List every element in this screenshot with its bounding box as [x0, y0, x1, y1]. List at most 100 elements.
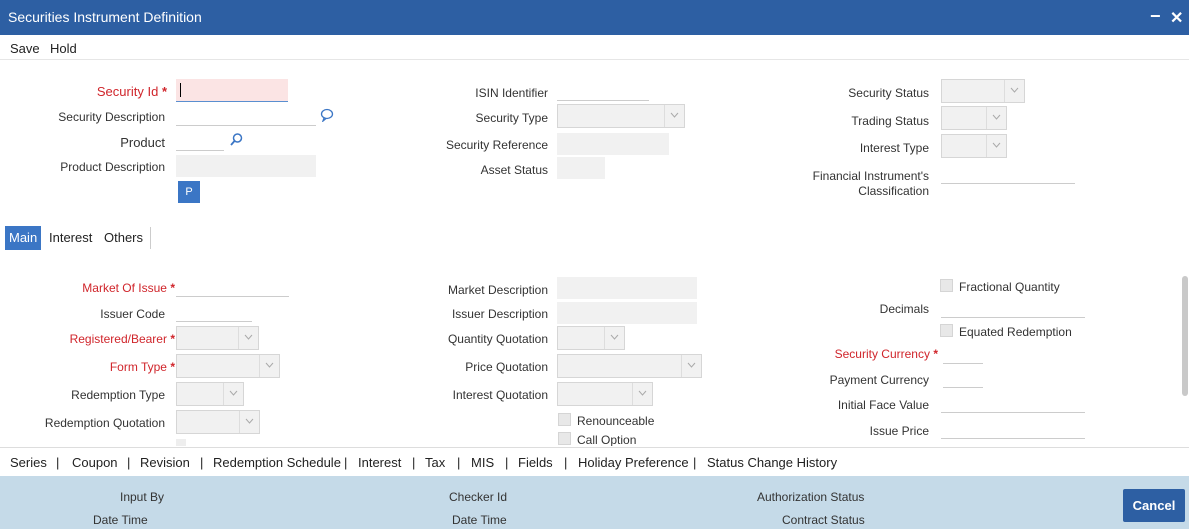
p-button[interactable]: P	[178, 181, 200, 203]
window-title: Securities Instrument Definition	[8, 9, 202, 25]
search-icon[interactable]	[230, 133, 243, 149]
chevron-down-icon	[223, 383, 243, 405]
subscreen-series-link[interactable]: Series	[10, 455, 47, 470]
call-option-label: Call Option	[577, 433, 637, 446]
trading-status-label: Trading Status	[851, 114, 929, 128]
subscreen-tax-link[interactable]: Tax	[425, 455, 445, 470]
security-type-select[interactable]	[557, 104, 685, 128]
security-id-input[interactable]	[176, 79, 288, 102]
separator: |	[344, 455, 348, 470]
product-input[interactable]	[176, 131, 224, 151]
separator: |	[457, 455, 461, 470]
chevron-down-icon	[1004, 80, 1024, 102]
security-status-select[interactable]	[941, 79, 1025, 103]
subscreen-fields-link[interactable]: Fields	[518, 455, 553, 470]
decimals-input[interactable]	[941, 298, 1085, 318]
security-description-input[interactable]	[176, 106, 316, 126]
market-of-issue-input[interactable]	[176, 277, 289, 297]
quantity-quotation-select[interactable]	[557, 326, 625, 350]
issuer-description-label: Issuer Description	[451, 307, 548, 321]
chevron-down-icon	[239, 411, 259, 433]
window-titlebar: Securities Instrument Definition − ✕	[0, 0, 1189, 35]
initial-face-value-input[interactable]	[941, 393, 1085, 413]
separator: |	[505, 455, 509, 470]
fractional-quantity-checkbox[interactable]	[940, 279, 953, 292]
redemption-quotation-select[interactable]	[176, 410, 260, 434]
interest-type-label: Interest Type	[859, 141, 929, 155]
subscreen-coupon-link[interactable]: Coupon	[72, 455, 118, 470]
form-type-select[interactable]	[176, 354, 280, 378]
chevron-down-icon	[664, 105, 684, 127]
security-currency-input[interactable]	[943, 344, 983, 364]
financial-instrument-classification-label: Financial Instrument's Classification	[812, 169, 929, 198]
security-currency-label: Security Currency *	[834, 347, 938, 361]
subscreen-holiday-preference-link[interactable]: Holiday Preference	[578, 455, 689, 470]
subscreen-redemption-schedule-link[interactable]: Redemption Schedule	[213, 455, 341, 470]
menu-bar: Save Hold	[0, 35, 1189, 60]
chevron-down-icon	[604, 327, 624, 349]
separator: |	[127, 455, 131, 470]
product-description-field	[176, 155, 316, 177]
financial-instrument-classification-input[interactable]	[941, 164, 1075, 184]
partial-field	[176, 439, 186, 446]
subscreen-interest-link[interactable]: Interest	[358, 455, 401, 470]
save-button[interactable]: Save	[10, 41, 40, 56]
vertical-scrollbar[interactable]	[1180, 262, 1189, 442]
subscreen-bar: Series | Coupon | Revision | Redemption …	[0, 447, 1189, 475]
fractional-quantity-label: Fractional Quantity	[959, 280, 1060, 294]
issuer-code-input[interactable]	[176, 302, 252, 322]
separator: |	[412, 455, 416, 470]
issuer-code-label: Issuer Code	[100, 307, 165, 321]
security-reference-label: Security Reference	[445, 138, 548, 152]
renounceable-label: Renounceable	[577, 414, 655, 428]
interest-type-select[interactable]	[941, 134, 1007, 158]
asset-status-field	[557, 157, 605, 179]
tab-interest[interactable]: Interest	[47, 226, 94, 250]
registered-bearer-select[interactable]	[176, 326, 259, 350]
payment-currency-label: Payment Currency	[829, 373, 929, 387]
subscreen-revision-link[interactable]: Revision	[140, 455, 190, 470]
equated-redemption-checkbox[interactable]	[940, 324, 953, 337]
price-quotation-label: Price Quotation	[465, 360, 548, 374]
scroll-up-icon[interactable]	[1181, 262, 1187, 268]
chevron-down-icon	[259, 355, 279, 377]
product-description-label: Product Description	[60, 160, 165, 174]
issue-price-label: Issue Price	[869, 424, 929, 438]
subscreen-mis-link[interactable]: MIS	[471, 455, 494, 470]
call-option-checkbox[interactable]	[558, 432, 571, 445]
renounceable-checkbox[interactable]	[558, 413, 571, 426]
initial-face-value-label: Initial Face Value	[837, 398, 929, 412]
chevron-down-icon	[986, 107, 1006, 129]
market-description-label: Market Description	[447, 283, 548, 297]
checker-id-label: Checker Id	[449, 490, 508, 504]
security-reference-field	[557, 133, 669, 155]
authorization-status-label: Authorization Status	[757, 490, 865, 504]
subscreen-status-change-history-link[interactable]: Status Change History	[707, 455, 837, 470]
hold-button[interactable]: Hold	[50, 41, 77, 56]
chevron-down-icon	[986, 135, 1006, 157]
scroll-thumb[interactable]	[1182, 276, 1188, 396]
tab-main[interactable]: Main	[5, 226, 42, 250]
redemption-type-label: Redemption Type	[71, 388, 165, 402]
payment-currency-input[interactable]	[943, 368, 983, 388]
issuer-description-field	[557, 302, 697, 324]
issue-price-input[interactable]	[941, 419, 1085, 439]
redemption-quotation-label: Redemption Quotation	[44, 416, 165, 430]
cancel-button[interactable]: Cancel	[1123, 489, 1185, 522]
minimize-icon[interactable]: −	[1150, 6, 1161, 27]
price-quotation-select[interactable]	[557, 354, 702, 378]
redemption-type-select[interactable]	[176, 382, 244, 406]
isin-identifier-input[interactable]	[557, 81, 649, 101]
security-type-label: Security Type	[475, 111, 548, 125]
asset-status-label: Asset Status	[480, 163, 548, 177]
audit-footer	[0, 476, 1189, 529]
speech-bubble-icon[interactable]	[320, 108, 334, 125]
interest-quotation-select[interactable]	[557, 382, 653, 406]
isin-identifier-label: ISIN Identifier	[475, 86, 548, 100]
tab-divider	[150, 227, 151, 249]
tab-others[interactable]: Others	[102, 226, 145, 250]
close-icon[interactable]: ✕	[1170, 8, 1183, 28]
trading-status-select[interactable]	[941, 106, 1007, 130]
market-description-field	[557, 277, 697, 299]
form-type-label: Form Type *	[109, 360, 175, 374]
